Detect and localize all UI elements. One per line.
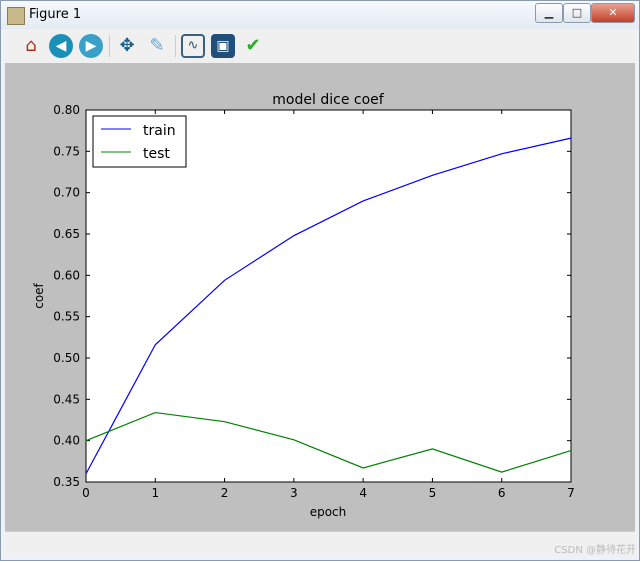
chart: model dice coef epoch coef 0 1 2 3 4 5 6 7 0.35 0… <box>32 92 575 519</box>
y-tick-label: 0.60 <box>53 268 80 282</box>
x-axis-label: epoch <box>310 505 347 519</box>
x-tick-label: 7 <box>567 486 575 500</box>
x-tick-label: 1 <box>151 486 159 500</box>
x-tick-label: 2 <box>221 486 229 500</box>
x-tick-label: 6 <box>498 486 506 500</box>
y-tick-label: 0.35 <box>53 475 80 489</box>
x-tick-label: 5 <box>429 486 437 500</box>
y-tick-label: 0.80 <box>53 103 80 117</box>
y-tick-label: 0.70 <box>53 186 80 200</box>
y-tick-label: 0.45 <box>53 392 80 406</box>
y-tick-label: 0.40 <box>53 434 80 448</box>
y-tick-label: 0.55 <box>53 310 80 324</box>
y-axis-label: coef <box>32 282 46 308</box>
x-tick-label: 0 <box>82 486 90 500</box>
x-tick-label: 4 <box>359 486 367 500</box>
y-tick-label: 0.75 <box>53 144 80 158</box>
legend-label-train: train <box>143 123 176 139</box>
legend-label-test: test <box>143 146 170 162</box>
chart-title: model dice coef <box>272 92 384 108</box>
legend: train test <box>92 115 187 168</box>
x-tick-label: 3 <box>290 486 298 500</box>
y-tick-label: 0.65 <box>53 227 80 241</box>
y-tick-label: 0.50 <box>53 351 80 365</box>
